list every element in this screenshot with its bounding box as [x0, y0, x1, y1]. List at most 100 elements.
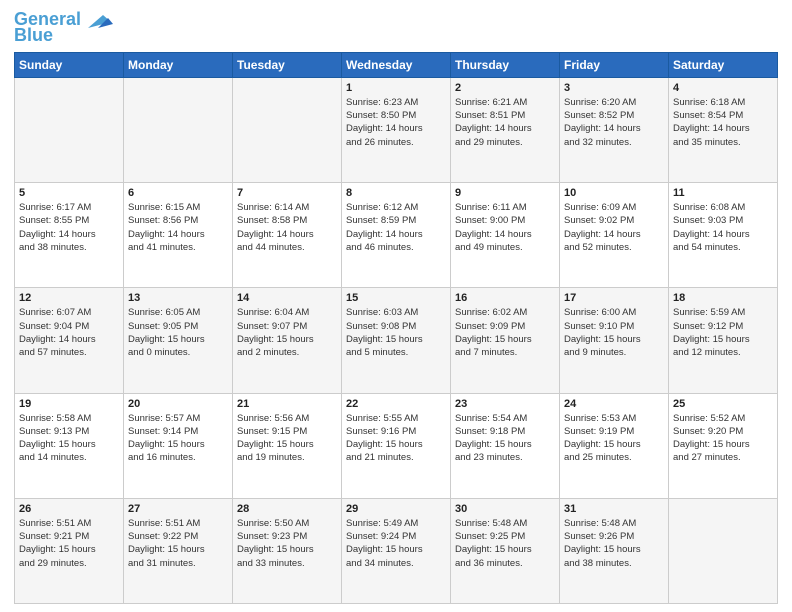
calendar-cell: 5 Sunrise: 6:17 AM Sunset: 8:55 PM Daylig… [15, 183, 124, 288]
day-number: 22 [346, 398, 446, 410]
day-number: 5 [19, 187, 119, 199]
day-content: Sunrise: 6:18 AM Sunset: 8:54 PM Dayligh… [673, 96, 773, 149]
day-number: 29 [346, 503, 446, 515]
calendar-cell: 21 Sunrise: 5:56 AM Sunset: 9:15 PM Dayli… [233, 393, 342, 498]
calendar-cell: 17Sunrise: 6:00 AM Sunset: 9:10 PM Dayli… [560, 288, 669, 393]
logo-blue: Blue [14, 26, 53, 46]
calendar-week: 5 Sunrise: 6:17 AM Sunset: 8:55 PM Daylig… [15, 183, 778, 288]
day-content: Sunrise: 5:49 AM Sunset: 9:24 PM Dayligh… [346, 517, 446, 570]
day-content: Sunrise: 6:14 AM Sunset: 8:58 PM Dayligh… [237, 201, 337, 254]
day-content: Sunrise: 5:54 AM Sunset: 9:18 PM Dayligh… [455, 412, 555, 465]
day-content: Sunrise: 6:17 AM Sunset: 8:55 PM Dayligh… [19, 201, 119, 254]
day-content: Sunrise: 5:59 AM Sunset: 9:12 PM Dayligh… [673, 306, 773, 359]
day-content: Sunrise: 6:23 AM Sunset: 8:50 PM Dayligh… [346, 96, 446, 149]
day-number: 24 [564, 398, 664, 410]
calendar-cell: 15 Sunrise: 6:03 AM Sunset: 9:08 PM Dayli… [342, 288, 451, 393]
day-number: 6 [128, 187, 228, 199]
day-number: 18 [673, 292, 773, 304]
day-number: 28 [237, 503, 337, 515]
day-number: 19 [19, 398, 119, 410]
day-content: Sunrise: 6:07 AM Sunset: 9:04 PM Dayligh… [19, 306, 119, 359]
day-content: Sunrise: 6:09 AM Sunset: 9:02 PM Dayligh… [564, 201, 664, 254]
calendar-cell: 9 Sunrise: 6:11 AM Sunset: 9:00 PM Daylig… [451, 183, 560, 288]
day-content: Sunrise: 6:08 AM Sunset: 9:03 PM Dayligh… [673, 201, 773, 254]
calendar-cell: 16Sunrise: 6:02 AM Sunset: 9:09 PM Dayli… [451, 288, 560, 393]
day-content: Sunrise: 6:15 AM Sunset: 8:56 PM Dayligh… [128, 201, 228, 254]
calendar-cell: 12 Sunrise: 6:07 AM Sunset: 9:04 PM Dayli… [15, 288, 124, 393]
header-day: Monday [124, 52, 233, 77]
calendar-cell: 24 Sunrise: 5:53 AM Sunset: 9:19 PM Dayli… [560, 393, 669, 498]
calendar-cell: 28 Sunrise: 5:50 AM Sunset: 9:23 PM Dayli… [233, 498, 342, 603]
page: General Blue SundayMondayTuesdayWednesda… [0, 0, 792, 612]
day-content: Sunrise: 6:11 AM Sunset: 9:00 PM Dayligh… [455, 201, 555, 254]
calendar-cell: 22 Sunrise: 5:55 AM Sunset: 9:16 PM Dayli… [342, 393, 451, 498]
calendar-cell: 19Sunrise: 5:58 AM Sunset: 9:13 PM Dayli… [15, 393, 124, 498]
day-content: Sunrise: 5:51 AM Sunset: 9:21 PM Dayligh… [19, 517, 119, 570]
day-number: 10 [564, 187, 664, 199]
day-content: Sunrise: 5:53 AM Sunset: 9:19 PM Dayligh… [564, 412, 664, 465]
day-content: Sunrise: 5:57 AM Sunset: 9:14 PM Dayligh… [128, 412, 228, 465]
calendar-week: 1 Sunrise: 6:23 AM Sunset: 8:50 PM Daylig… [15, 77, 778, 182]
day-content: Sunrise: 5:48 AM Sunset: 9:25 PM Dayligh… [455, 517, 555, 570]
calendar-cell: 1 Sunrise: 6:23 AM Sunset: 8:50 PM Daylig… [342, 77, 451, 182]
day-content: Sunrise: 6:03 AM Sunset: 9:08 PM Dayligh… [346, 306, 446, 359]
day-content: Sunrise: 6:21 AM Sunset: 8:51 PM Dayligh… [455, 96, 555, 149]
calendar-body: 1 Sunrise: 6:23 AM Sunset: 8:50 PM Daylig… [15, 77, 778, 603]
logo-icon [83, 10, 113, 30]
day-number: 1 [346, 82, 446, 94]
calendar-cell [124, 77, 233, 182]
calendar-cell: 25 Sunrise: 5:52 AM Sunset: 9:20 PM Dayli… [669, 393, 778, 498]
calendar-cell [15, 77, 124, 182]
logo: General Blue [14, 10, 113, 46]
day-number: 12 [19, 292, 119, 304]
day-number: 14 [237, 292, 337, 304]
day-number: 23 [455, 398, 555, 410]
day-number: 15 [346, 292, 446, 304]
day-content: Sunrise: 5:50 AM Sunset: 9:23 PM Dayligh… [237, 517, 337, 570]
calendar-cell: 30 Sunrise: 5:48 AM Sunset: 9:25 PM Dayli… [451, 498, 560, 603]
calendar-cell: 3Sunrise: 6:20 AM Sunset: 8:52 PM Daylig… [560, 77, 669, 182]
calendar-cell: 6 Sunrise: 6:15 AM Sunset: 8:56 PM Daylig… [124, 183, 233, 288]
header: General Blue [14, 10, 778, 46]
day-number: 27 [128, 503, 228, 515]
day-number: 20 [128, 398, 228, 410]
day-number: 11 [673, 187, 773, 199]
calendar-cell: 27Sunrise: 5:51 AM Sunset: 9:22 PM Dayli… [124, 498, 233, 603]
calendar-cell: 20 Sunrise: 5:57 AM Sunset: 9:14 PM Dayli… [124, 393, 233, 498]
calendar-cell: 4 Sunrise: 6:18 AM Sunset: 8:54 PM Daylig… [669, 77, 778, 182]
day-number: 21 [237, 398, 337, 410]
calendar-cell: 23 Sunrise: 5:54 AM Sunset: 9:18 PM Dayli… [451, 393, 560, 498]
day-number: 4 [673, 82, 773, 94]
day-content: Sunrise: 6:12 AM Sunset: 8:59 PM Dayligh… [346, 201, 446, 254]
day-content: Sunrise: 5:56 AM Sunset: 9:15 PM Dayligh… [237, 412, 337, 465]
calendar-cell [233, 77, 342, 182]
calendar-cell: 29 Sunrise: 5:49 AM Sunset: 9:24 PM Dayli… [342, 498, 451, 603]
header-day: Thursday [451, 52, 560, 77]
calendar-cell: 7 Sunrise: 6:14 AM Sunset: 8:58 PM Daylig… [233, 183, 342, 288]
day-content: Sunrise: 6:00 AM Sunset: 9:10 PM Dayligh… [564, 306, 664, 359]
header-day: Sunday [15, 52, 124, 77]
calendar-cell: 11 Sunrise: 6:08 AM Sunset: 9:03 PM Dayli… [669, 183, 778, 288]
calendar-week: 19Sunrise: 5:58 AM Sunset: 9:13 PM Dayli… [15, 393, 778, 498]
day-number: 25 [673, 398, 773, 410]
calendar-cell: 10 Sunrise: 6:09 AM Sunset: 9:02 PM Dayli… [560, 183, 669, 288]
calendar-cell: 18 Sunrise: 5:59 AM Sunset: 9:12 PM Dayli… [669, 288, 778, 393]
calendar-cell: 13Sunrise: 6:05 AM Sunset: 9:05 PM Dayli… [124, 288, 233, 393]
calendar-week: 12 Sunrise: 6:07 AM Sunset: 9:04 PM Dayli… [15, 288, 778, 393]
header-day: Wednesday [342, 52, 451, 77]
day-content: Sunrise: 5:55 AM Sunset: 9:16 PM Dayligh… [346, 412, 446, 465]
calendar-table: SundayMondayTuesdayWednesdayThursdayFrid… [14, 52, 778, 604]
day-content: Sunrise: 5:52 AM Sunset: 9:20 PM Dayligh… [673, 412, 773, 465]
header-day: Tuesday [233, 52, 342, 77]
day-number: 9 [455, 187, 555, 199]
day-number: 8 [346, 187, 446, 199]
day-number: 2 [455, 82, 555, 94]
day-content: Sunrise: 5:48 AM Sunset: 9:26 PM Dayligh… [564, 517, 664, 570]
calendar-week: 26Sunrise: 5:51 AM Sunset: 9:21 PM Dayli… [15, 498, 778, 603]
calendar-cell [669, 498, 778, 603]
day-number: 30 [455, 503, 555, 515]
header-day: Saturday [669, 52, 778, 77]
header-row: SundayMondayTuesdayWednesdayThursdayFrid… [15, 52, 778, 77]
calendar-cell: 26Sunrise: 5:51 AM Sunset: 9:21 PM Dayli… [15, 498, 124, 603]
day-number: 7 [237, 187, 337, 199]
